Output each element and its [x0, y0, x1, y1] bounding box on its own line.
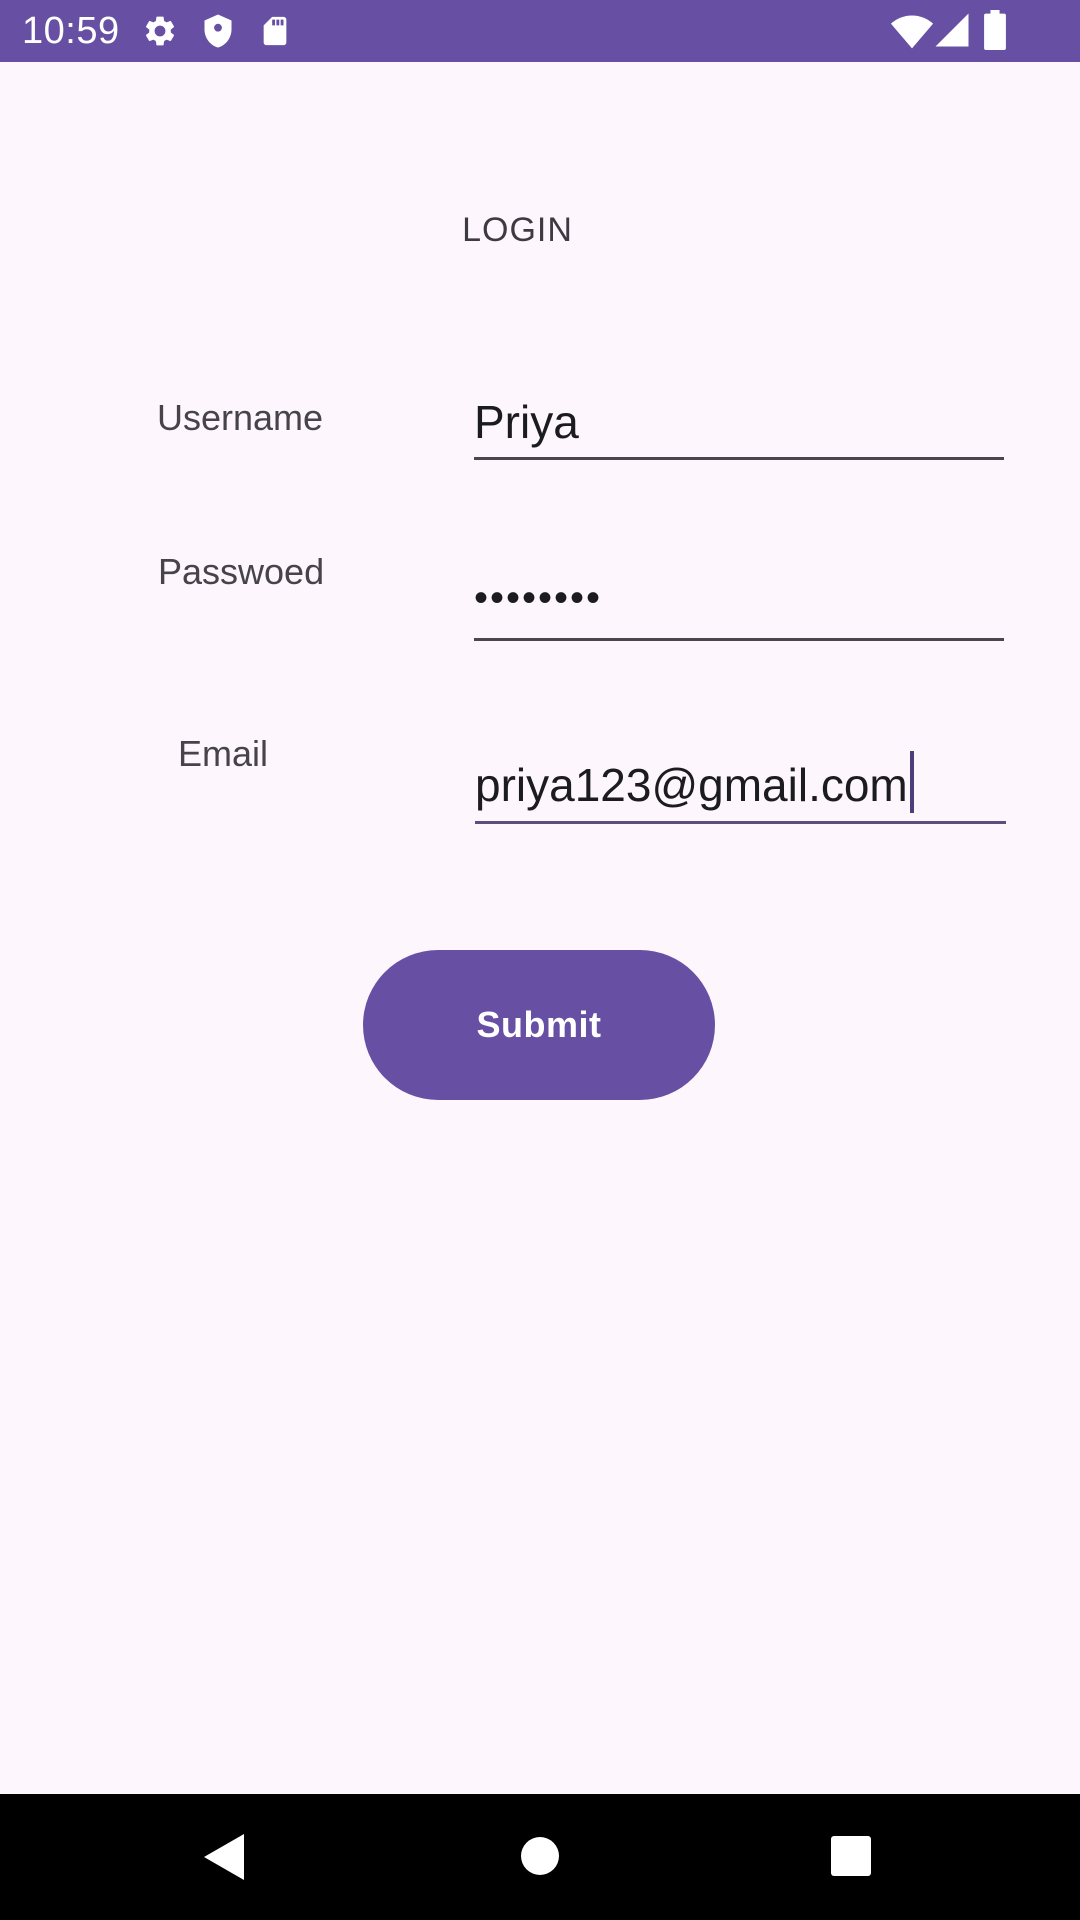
navigation-bar: [0, 1794, 1080, 1920]
password-underline: [474, 638, 1004, 641]
status-time: 10:59: [22, 10, 120, 52]
recents-icon[interactable]: [831, 1836, 871, 1881]
username-label: Username: [157, 397, 324, 438]
email-label: Email: [178, 733, 269, 774]
sd-card-icon: [258, 13, 292, 54]
email-value: priya123@gmail.com: [475, 759, 908, 811]
password-label: Passwoed: [158, 551, 325, 592]
password-field[interactable]: ••••••••: [474, 560, 1004, 640]
battery-icon: [984, 10, 1006, 55]
home-icon[interactable]: [520, 1836, 560, 1881]
wifi-icon: [890, 12, 934, 55]
username-value: Priya: [474, 396, 579, 448]
gear-icon: [142, 13, 178, 54]
page-title: LOGIN: [462, 211, 573, 249]
email-underline: [475, 821, 1006, 824]
password-value: ••••••••: [474, 576, 603, 620]
status-bar: 10:59: [0, 0, 1080, 62]
username-underline: [474, 457, 1004, 460]
submit-button-label: Submit: [476, 1004, 602, 1045]
username-field[interactable]: Priya: [474, 390, 1004, 462]
text-caret: [910, 751, 914, 813]
back-icon[interactable]: [204, 1834, 246, 1885]
email-field[interactable]: priya123@gmail.com: [475, 745, 1006, 825]
shield-icon: [200, 13, 236, 54]
submit-button[interactable]: Submit: [363, 950, 715, 1100]
signal-icon: [934, 12, 970, 53]
